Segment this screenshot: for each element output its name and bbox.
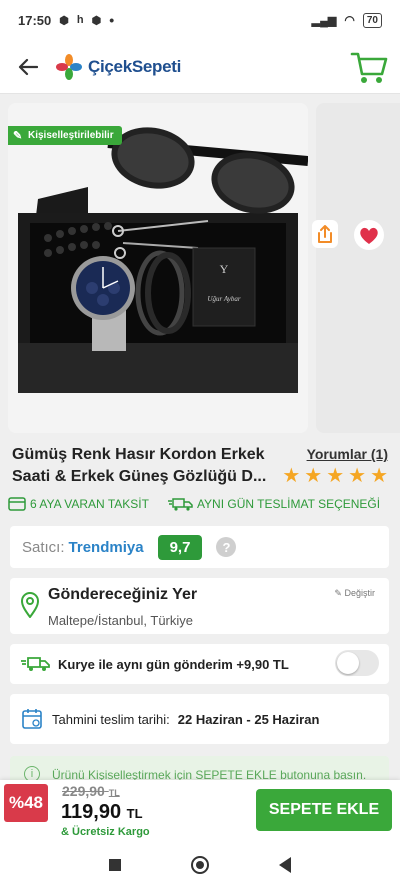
calendar-icon bbox=[22, 709, 42, 729]
wifi-icon: ◠ bbox=[344, 13, 355, 27]
card-letter: Y bbox=[220, 262, 229, 276]
installment-promo: 6 AYA VARAN TAKSİT bbox=[8, 497, 149, 511]
add-to-cart-button[interactable]: SEPETE EKLE bbox=[256, 789, 392, 831]
old-price: 229,90 TL bbox=[62, 783, 120, 799]
help-icon[interactable]: ? bbox=[216, 537, 237, 557]
card-name: Uğur Aybar bbox=[207, 295, 240, 303]
discount-badge: %48 bbox=[4, 784, 48, 822]
truck-icon bbox=[167, 498, 193, 511]
edit-icon: ✎ bbox=[334, 588, 342, 598]
favorite-button[interactable] bbox=[354, 220, 384, 250]
current-price: 119,90 TL bbox=[61, 801, 143, 824]
courier-toggle[interactable] bbox=[335, 650, 379, 676]
notification-icon: h bbox=[76, 14, 84, 26]
old-price-currency: TL bbox=[108, 788, 120, 798]
delivery-label: Tahmini teslim tarihi: bbox=[52, 711, 170, 727]
signal-icon: ▂▄▆ bbox=[311, 14, 337, 27]
app-bar: ÇiçekSepeti bbox=[0, 40, 400, 94]
badge-label: Kişiselleştirilebilir bbox=[28, 130, 114, 141]
notification-icon: ⬢ bbox=[91, 14, 102, 27]
logo-text: ÇiçekSepeti bbox=[88, 56, 182, 76]
address-title: Göndereceğiniz Yer bbox=[48, 586, 198, 603]
system-nav-bar bbox=[0, 842, 400, 888]
star-icon: ★ bbox=[282, 465, 301, 487]
star-icon: ★ bbox=[348, 465, 367, 487]
logo[interactable]: ÇiçekSepeti bbox=[56, 53, 182, 80]
cart-icon[interactable] bbox=[350, 50, 388, 86]
current-price-currency: TL bbox=[126, 806, 143, 821]
location-pin-icon bbox=[20, 592, 40, 618]
personalizable-badge: ✎ Kişiselleştirilebilir bbox=[8, 126, 122, 145]
star-icon: ★ bbox=[326, 465, 345, 487]
status-bar: 17:50 ⬢ h ⬢ • ▂▄▆ ◠ 70 bbox=[0, 0, 400, 40]
product-thumbnail-next[interactable] bbox=[316, 103, 400, 433]
pencil-icon: ✎ bbox=[13, 130, 23, 142]
change-address-button[interactable]: ✎ Değiştir bbox=[334, 588, 375, 599]
recents-icon[interactable] bbox=[109, 859, 121, 871]
same-day-promo: AYNI GÜN TESLİMAT SEÇENEĞİ bbox=[167, 497, 380, 511]
current-price-value: 119,90 bbox=[61, 801, 122, 823]
change-label: Değiştir bbox=[344, 588, 375, 598]
battery-icon: 70 bbox=[362, 12, 382, 28]
address-card[interactable]: Göndereceğiniz Yer Maltepe/İstanbul, Tür… bbox=[10, 578, 389, 634]
purchase-bar: %48 229,90 TL 119,90 TL & Ücretsiz Kargo… bbox=[0, 780, 400, 842]
flower-logo-icon bbox=[56, 53, 82, 80]
seller-name-link[interactable]: Trendmiya bbox=[69, 539, 144, 556]
product-title: Gümüş Renk Hasır Kordon Erkek Saati & Er… bbox=[12, 446, 267, 485]
courier-card: Kurye ile aynı gün gönderim +9,90 TL bbox=[10, 644, 389, 684]
status-time: 17:50 bbox=[18, 12, 52, 28]
promo-row: 6 AYA VARAN TAKSİT AYNI GÜN TESLİMAT SEÇ… bbox=[8, 497, 394, 511]
old-price-value: 229,90 bbox=[62, 783, 105, 799]
installment-label: 6 AYA VARAN TAKSİT bbox=[30, 497, 149, 511]
back-arrow-icon[interactable] bbox=[14, 53, 42, 81]
seller-label: Satıcı: bbox=[22, 538, 65, 556]
address-value: Maltepe/İstanbul, Türkiye bbox=[48, 613, 193, 628]
product-image[interactable]: Y Uğur Aybar bbox=[8, 103, 308, 433]
rating-stars: ★ ★ ★ ★ ★ bbox=[282, 466, 388, 486]
share-icon bbox=[318, 225, 332, 243]
dot-icon: • bbox=[109, 12, 115, 28]
courier-label: Kurye ile aynı gün gönderim +9,90 TL bbox=[58, 656, 289, 672]
heart-icon bbox=[354, 220, 384, 250]
share-button[interactable] bbox=[312, 220, 338, 248]
credit-card-icon bbox=[8, 497, 26, 511]
star-icon: ★ bbox=[304, 465, 323, 487]
star-icon: ★ bbox=[370, 465, 388, 487]
free-shipping-label: & Ücretsiz Kargo bbox=[61, 826, 150, 838]
product-gallery[interactable]: Y Uğur Aybar ✎ Kişiselleştirilebilir bbox=[0, 100, 400, 436]
delivery-value: 22 Haziran - 25 Haziran bbox=[177, 711, 320, 727]
reviews-link[interactable]: Yorumlar (1) bbox=[307, 446, 388, 462]
seller-score-badge: 9,7 bbox=[157, 534, 203, 560]
same-day-label: AYNI GÜN TESLİMAT SEÇENEĞİ bbox=[196, 497, 381, 511]
notification-icon: ⬢ bbox=[59, 14, 69, 27]
home-icon[interactable] bbox=[191, 856, 209, 874]
truck-icon bbox=[21, 657, 50, 671]
delivery-card: Tahmini teslim tarihi: 22 Haziran - 25 H… bbox=[10, 694, 389, 744]
toggle-knob bbox=[337, 652, 359, 674]
back-icon[interactable] bbox=[279, 857, 291, 873]
seller-card: Satıcı: Trendmiya 9,7 ? bbox=[10, 526, 389, 568]
